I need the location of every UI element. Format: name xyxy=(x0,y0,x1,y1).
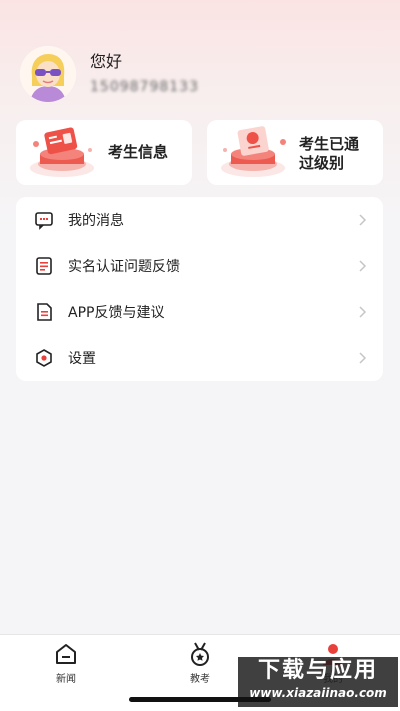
avatar-illustration-icon xyxy=(20,46,76,102)
passed-levels-card[interactable]: 考生已通过级别 xyxy=(207,120,383,185)
header-background xyxy=(0,0,400,230)
candidate-info-card[interactable]: 考生信息 xyxy=(16,120,192,185)
message-icon xyxy=(35,212,53,230)
id-card-icon xyxy=(30,127,94,177)
watermark-title: 下载与应用 xyxy=(257,658,378,683)
document-list-icon xyxy=(36,257,52,275)
menu-item-realname-feedback[interactable]: 实名认证问题反馈 xyxy=(16,243,383,289)
candidate-info-label: 考生信息 xyxy=(108,143,169,161)
phone-number: 15098798133 xyxy=(90,79,199,95)
profile-header[interactable]: 您好 15098798133 xyxy=(20,46,380,102)
menu-item-app-feedback[interactable]: APP反馈与建议 xyxy=(16,289,383,335)
avatar[interactable] xyxy=(20,46,76,102)
menu-item-label: APP反馈与建议 xyxy=(68,305,165,321)
medal-icon xyxy=(191,642,209,666)
tab-news[interactable]: 新闻 xyxy=(31,641,101,685)
chevron-right-icon xyxy=(359,352,367,364)
menu-item-messages[interactable]: 我的消息 xyxy=(16,197,383,243)
menu-item-label: 实名认证问题反馈 xyxy=(68,259,180,275)
chevron-right-icon xyxy=(359,214,367,226)
tab-label: 教考 xyxy=(190,674,210,685)
feedback-doc-icon xyxy=(37,303,52,321)
menu-item-label: 我的消息 xyxy=(68,213,124,229)
tab-exam[interactable]: 教考 xyxy=(165,641,235,685)
menu-item-settings[interactable]: 设置 xyxy=(16,335,383,381)
home-indicator[interactable] xyxy=(129,697,271,702)
passed-levels-label: 考生已通过级别 xyxy=(299,135,360,172)
home-icon xyxy=(56,644,76,664)
menu-item-label: 设置 xyxy=(68,351,96,367)
greeting-text: 您好 xyxy=(90,52,123,71)
chevron-right-icon xyxy=(359,260,367,272)
tab-label: 新闻 xyxy=(56,674,76,685)
chevron-right-icon xyxy=(359,306,367,318)
certificate-icon xyxy=(221,126,286,177)
settings-hex-icon xyxy=(36,349,52,367)
settings-menu: 我的消息 实名认证问题反馈 APP反馈与建议 设置 xyxy=(16,197,383,381)
